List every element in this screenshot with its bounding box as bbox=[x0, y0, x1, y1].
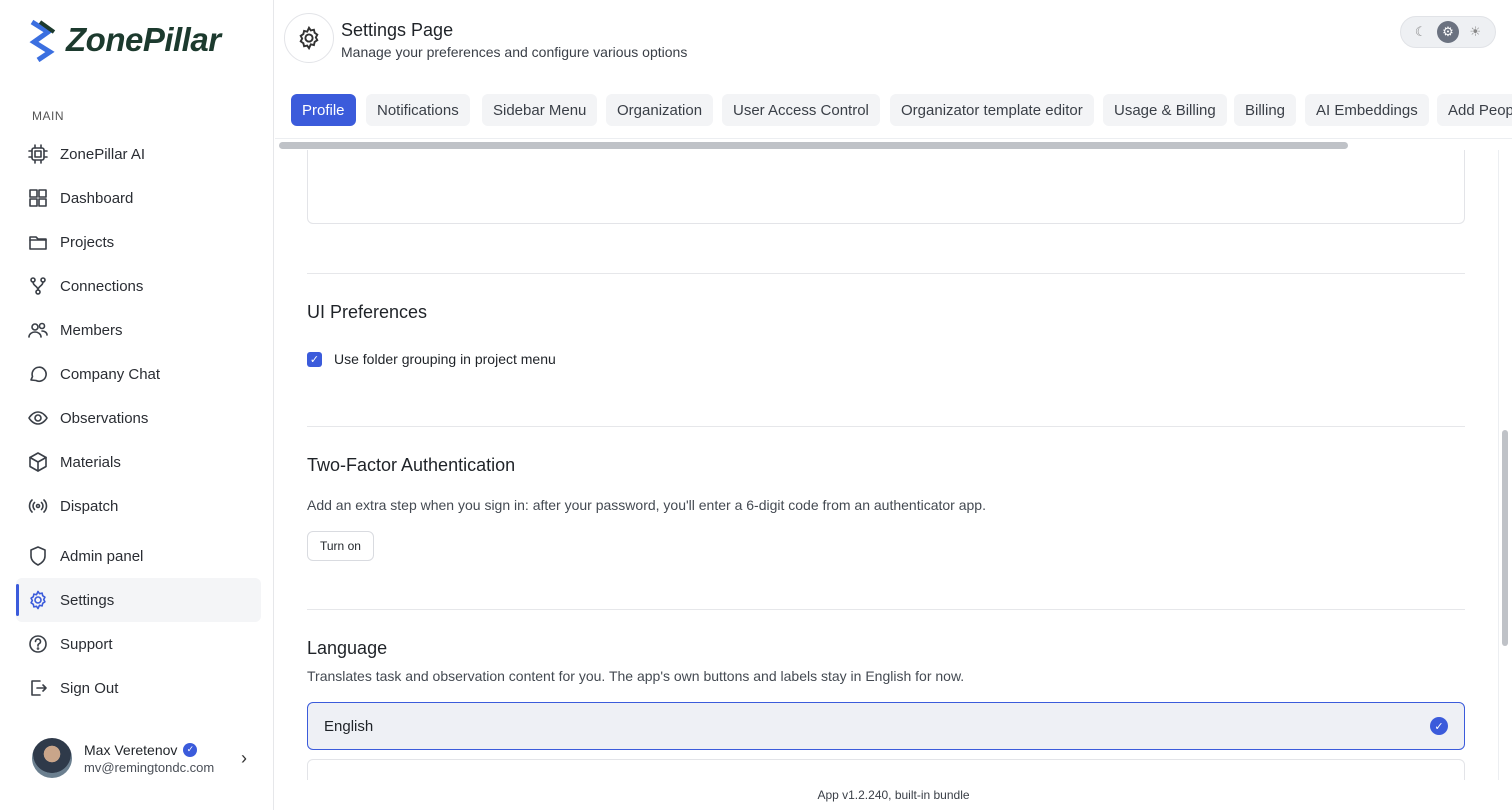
tab-organization[interactable]: Organization bbox=[606, 94, 714, 126]
tab-sidebar-menu[interactable]: Sidebar Menu bbox=[482, 94, 598, 126]
sidebar-item-label: ZonePillar AI bbox=[60, 145, 146, 163]
page-title: Settings Page bbox=[341, 20, 454, 40]
eye-icon bbox=[28, 408, 48, 428]
help-circle-icon bbox=[28, 634, 48, 654]
sidebar-section-label: MAIN bbox=[32, 109, 64, 123]
shield-icon bbox=[28, 546, 48, 566]
gear-icon bbox=[28, 590, 48, 610]
app-root: ZonePillar MAIN ZonePillar AI Dashboard … bbox=[0, 0, 1512, 810]
tab-ai-embeddings[interactable]: AI Embeddings bbox=[1305, 94, 1429, 126]
section-divider bbox=[307, 273, 1465, 274]
sidebar-item-label: Company Chat bbox=[60, 365, 161, 383]
tab-notifications[interactable]: Notifications bbox=[366, 94, 470, 126]
sun-icon[interactable]: ☀ bbox=[1464, 21, 1486, 43]
tab-add-people[interactable]: Add People bbox=[1437, 94, 1512, 126]
logo-text: ZonePillar bbox=[66, 21, 221, 58]
users-icon bbox=[28, 320, 48, 340]
sidebar-item-label: Admin panel bbox=[60, 547, 144, 565]
two-factor-title: Two-Factor Authentication bbox=[307, 455, 516, 475]
gear-icon bbox=[299, 26, 319, 50]
sign-out-icon bbox=[28, 678, 48, 698]
sidebar-item-dashboard[interactable]: Dashboard bbox=[16, 176, 261, 220]
logo-icon bbox=[29, 19, 56, 62]
tab-user-access-control[interactable]: User Access Control bbox=[722, 94, 880, 126]
sidebar-item-label: Connections bbox=[60, 277, 144, 295]
chip-icon bbox=[28, 144, 48, 164]
gear-icon[interactable]: ⚙ bbox=[1436, 21, 1459, 43]
logo[interactable]: ZonePillar bbox=[28, 18, 221, 62]
sidebar-item-support[interactable]: Support bbox=[16, 622, 261, 666]
chat-icon bbox=[28, 364, 48, 384]
page-header: Settings Page Manage your preferences an… bbox=[275, 0, 1512, 88]
sidebar-item-label: Observations bbox=[60, 409, 149, 427]
sidebar-item-label: Projects bbox=[60, 233, 115, 251]
sidebar-item-connections[interactable]: Connections bbox=[16, 264, 261, 308]
sidebar-item-label: Members bbox=[60, 321, 123, 339]
git-fork-icon bbox=[28, 276, 48, 296]
sidebar-item-sign-out[interactable]: Sign Out bbox=[16, 666, 261, 710]
profile-card-bottom bbox=[307, 150, 1465, 224]
sidebar-item-admin-panel[interactable]: Admin panel bbox=[16, 534, 261, 578]
folder-icon bbox=[28, 232, 48, 252]
sidebar-item-materials[interactable]: Materials bbox=[16, 440, 261, 484]
sidebar-nav: ZonePillar AI Dashboard Projects Connect… bbox=[16, 132, 261, 710]
sidebar-item-dispatch[interactable]: Dispatch bbox=[16, 484, 261, 528]
content-scrollbar[interactable] bbox=[1498, 150, 1512, 780]
user-email: mv@remingtondc.com bbox=[84, 759, 215, 775]
tabs-scrollbar-thumb[interactable] bbox=[279, 142, 1348, 149]
turn-on-2fa-button[interactable]: Turn on bbox=[307, 531, 374, 561]
folder-grouping-checkbox-row[interactable]: ✓ Use folder grouping in project menu bbox=[307, 351, 556, 367]
user-name-row: Max Veretenov ✓ bbox=[84, 742, 229, 758]
language-title: Language bbox=[307, 638, 388, 658]
sidebar-item-company-chat[interactable]: Company Chat bbox=[16, 352, 261, 396]
two-factor-description: Add an extra step when you sign in: afte… bbox=[307, 497, 986, 513]
language-description: Translates task and observation content … bbox=[307, 668, 965, 684]
settings-content: UI Preferences ✓ Use folder grouping in … bbox=[275, 150, 1512, 810]
folder-grouping-checkbox[interactable]: ✓ bbox=[307, 351, 322, 367]
user-profile[interactable]: Max Veretenov ✓ mv@remingtondc.com › bbox=[32, 738, 247, 778]
sidebar-item-label: Dispatch bbox=[60, 497, 119, 515]
sidebar: ZonePillar MAIN ZonePillar AI Dashboard … bbox=[0, 0, 274, 810]
sidebar-item-label: Materials bbox=[60, 453, 121, 471]
settings-tabs: Profile Notifications Sidebar Menu Organ… bbox=[275, 94, 1512, 128]
check-circle-icon: ✓ bbox=[1430, 717, 1448, 735]
section-divider bbox=[307, 426, 1465, 427]
tab-profile[interactable]: Profile bbox=[291, 94, 356, 126]
sidebar-item-zonepillar-ai[interactable]: ZonePillar AI bbox=[16, 132, 261, 176]
theme-switcher: ☾ ⚙ ☀ bbox=[1400, 16, 1496, 48]
avatar bbox=[32, 738, 72, 778]
sidebar-item-observations[interactable]: Observations bbox=[16, 396, 261, 440]
sidebar-item-settings[interactable]: Settings bbox=[16, 578, 261, 622]
content-scrollbar-thumb[interactable] bbox=[1502, 430, 1508, 646]
language-option-english[interactable]: English ✓ bbox=[307, 702, 1465, 750]
sidebar-item-label: Dashboard bbox=[60, 189, 134, 207]
tab-usage-billing[interactable]: Usage & Billing bbox=[1103, 94, 1227, 126]
app-version-footer: App v1.2.240, built-in bundle bbox=[275, 780, 1512, 810]
moon-icon[interactable]: ☾ bbox=[1410, 21, 1432, 43]
sidebar-item-label: Sign Out bbox=[60, 679, 119, 697]
user-name: Max Veretenov bbox=[84, 741, 178, 758]
sidebar-item-members[interactable]: Members bbox=[16, 308, 261, 352]
sidebar-item-label: Support bbox=[60, 635, 113, 653]
chevron-right-icon[interactable]: › bbox=[241, 748, 247, 769]
grid-icon bbox=[28, 188, 48, 208]
language-option-label: English bbox=[324, 717, 374, 735]
tabs-scrollbar[interactable] bbox=[275, 138, 1512, 150]
tab-organizator-template-editor[interactable]: Organizator template editor bbox=[890, 94, 1094, 126]
user-info: Max Veretenov ✓ mv@remingtondc.com bbox=[84, 742, 229, 775]
box-icon bbox=[28, 452, 48, 472]
tab-billing[interactable]: Billing bbox=[1234, 94, 1297, 126]
folder-grouping-label: Use folder grouping in project menu bbox=[334, 351, 556, 367]
sidebar-item-label: Settings bbox=[60, 591, 115, 609]
page-subtitle: Manage your preferences and configure va… bbox=[341, 44, 688, 60]
ui-preferences-title: UI Preferences bbox=[307, 302, 428, 322]
settings-header-icon bbox=[284, 13, 334, 63]
broadcast-icon bbox=[28, 496, 48, 516]
verified-icon: ✓ bbox=[183, 742, 198, 757]
sidebar-item-projects[interactable]: Projects bbox=[16, 220, 261, 264]
section-divider bbox=[307, 609, 1465, 610]
